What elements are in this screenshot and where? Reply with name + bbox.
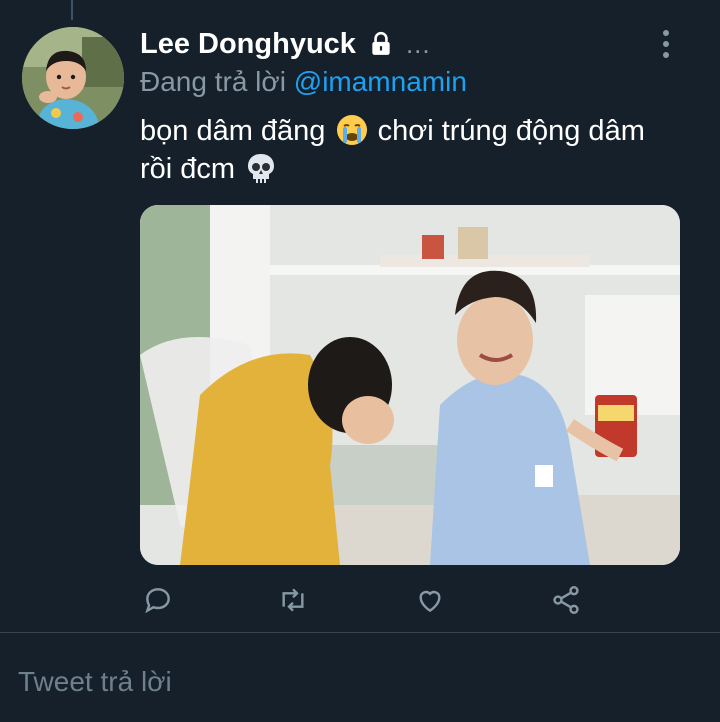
- replying-to-line: Đang trả lời @imamnamin: [140, 64, 700, 100]
- author-display-name[interactable]: Lee Donghyuck: [140, 28, 356, 61]
- more-options-icon[interactable]: [656, 30, 676, 58]
- reply-tweet-input[interactable]: [18, 660, 698, 704]
- lock-icon: [368, 31, 394, 57]
- avatar[interactable]: [22, 27, 124, 129]
- tweet-media-image[interactable]: [140, 205, 680, 565]
- loudly-crying-face-emoji: [336, 114, 368, 146]
- tweet-actions-bar: [140, 580, 680, 620]
- skull-emoji: [245, 152, 277, 184]
- avatar-image: [22, 27, 124, 129]
- heart-icon[interactable]: [412, 580, 448, 620]
- reply-icon[interactable]: [140, 580, 176, 620]
- replying-to-label: Đang trả lời: [140, 66, 286, 97]
- name-overflow-text: ...: [405, 28, 431, 59]
- tweet-content: Lee Donghyuck ... Đang trả lời @imamnami…: [140, 26, 700, 188]
- thread-connector-line: [71, 0, 73, 20]
- tweet-text-part-1: bọn dâm đãng: [140, 115, 326, 147]
- composer-divider: [0, 632, 720, 633]
- retweet-icon[interactable]: [275, 580, 311, 620]
- tweet-text: bọn dâm đãng chơi trúng động dâm rồi đcm: [140, 112, 680, 188]
- share-icon[interactable]: [548, 580, 584, 620]
- replying-to-handle-link[interactable]: @imamnamin: [294, 66, 467, 97]
- author-row: Lee Donghyuck ...: [140, 26, 700, 62]
